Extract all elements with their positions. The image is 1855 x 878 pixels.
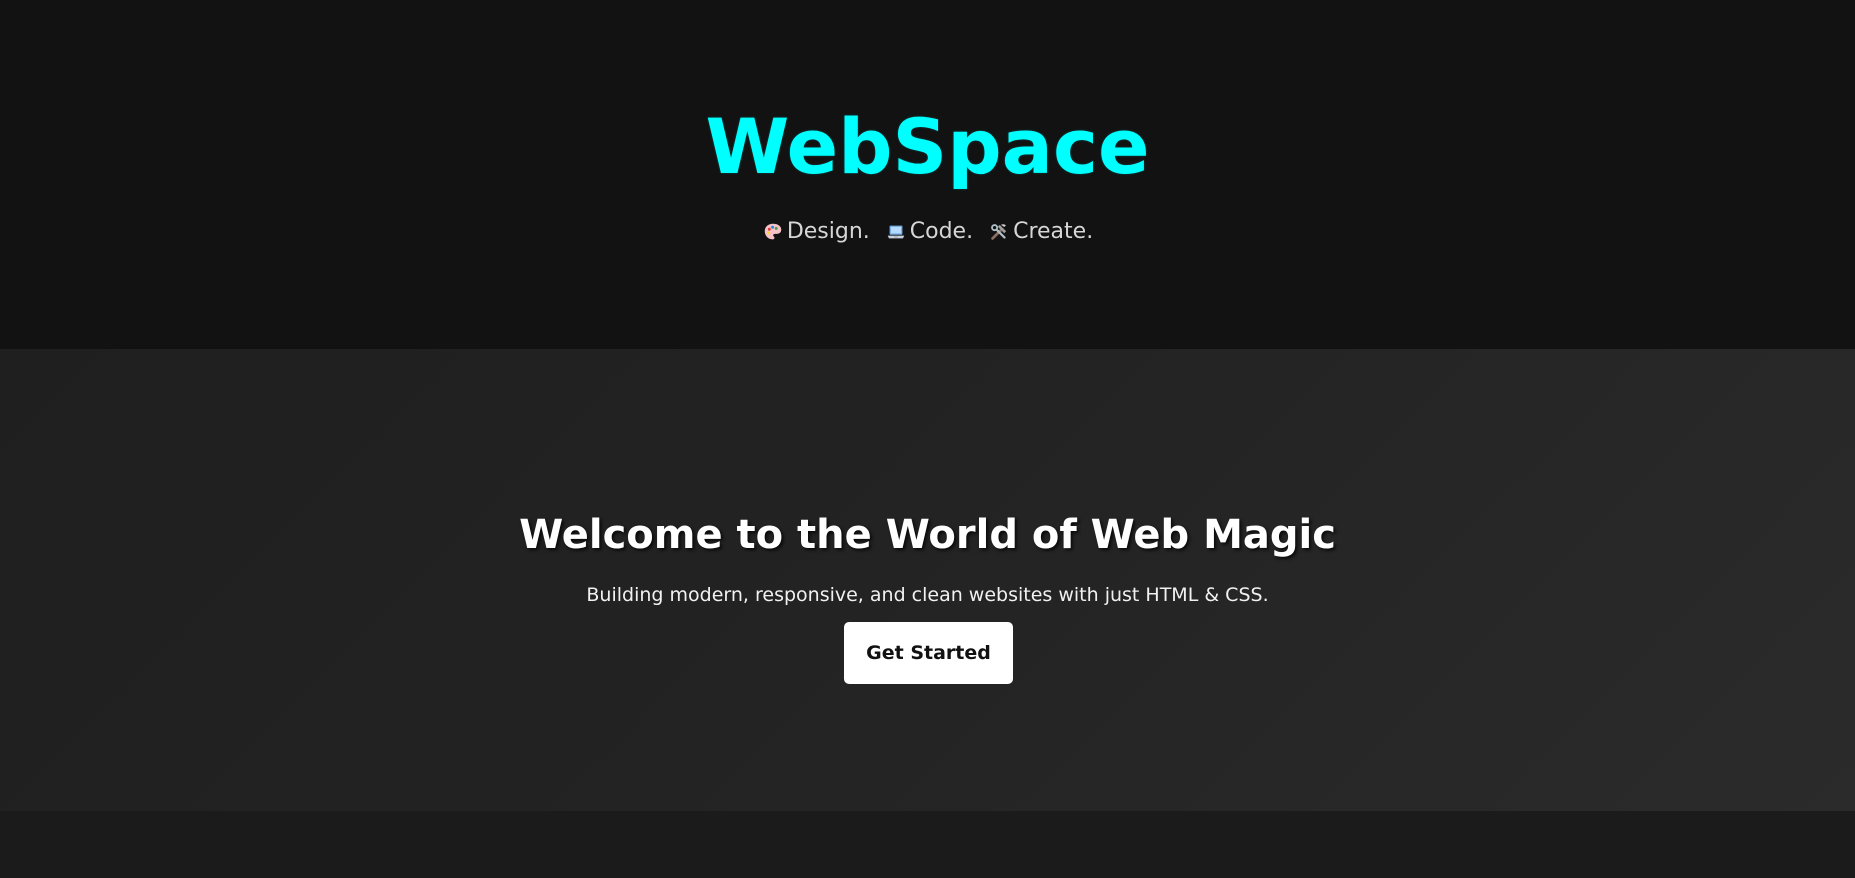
laptop-icon	[887, 225, 905, 239]
tagline-code: Code.	[909, 219, 974, 244]
tagline: Design. Code. Create.	[0, 217, 1855, 247]
hero-section: Welcome to the World of Web Magic Buildi…	[0, 349, 1855, 811]
site-brand: WebSpace	[705, 102, 1150, 191]
tagline-create: Create.	[1013, 219, 1094, 244]
tagline-code-group: Code.	[885, 217, 973, 247]
tagline-create-group: Create.	[988, 217, 1093, 247]
lower-page-band	[0, 811, 1855, 878]
hero-title: Welcome to the World of Web Magic	[519, 511, 1336, 558]
tagline-design-group: Design.	[762, 217, 870, 247]
palette-icon	[764, 223, 782, 240]
hero-subtitle: Building modern, responsive, and clean w…	[586, 584, 1269, 606]
tagline-design: Design.	[786, 219, 870, 244]
site-header: WebSpace Design. Code. Create.	[0, 0, 1855, 349]
tools-icon	[991, 224, 1007, 240]
webspace-page: WebSpace Design. Code. Create. Welcome t…	[0, 0, 1855, 878]
get-started-button[interactable]: Get Started	[844, 622, 1013, 684]
